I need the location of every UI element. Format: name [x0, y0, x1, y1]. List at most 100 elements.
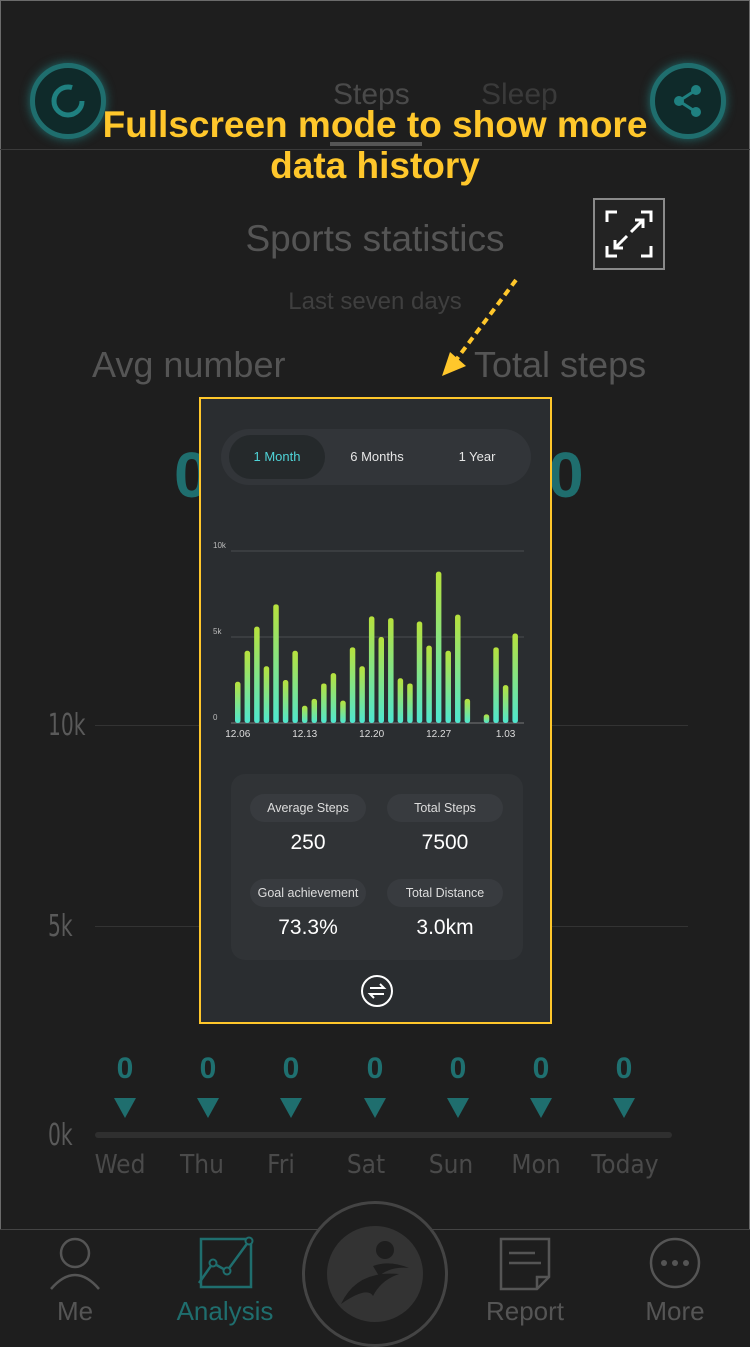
triangle-marker [364, 1098, 386, 1118]
workout-start-button[interactable] [302, 1201, 448, 1347]
chart-bar [340, 700, 346, 723]
chart-bar [378, 637, 384, 723]
nav-analysis-label: Analysis [176, 1296, 274, 1326]
runner-logo-icon [327, 1226, 423, 1322]
chart-bar [311, 698, 318, 723]
chart-bar [368, 616, 375, 723]
chart-bar [330, 673, 337, 723]
day-bar-wed: 0 [95, 1052, 155, 1118]
swap-icon [367, 983, 387, 999]
total-distance-label: Total Distance [387, 879, 503, 907]
x-axis [95, 1132, 672, 1138]
average-steps-label: Average Steps [250, 794, 366, 822]
total-steps-stat-label: Total Steps [387, 794, 503, 822]
chart-bar [263, 666, 270, 723]
triangle-marker [530, 1098, 552, 1118]
y-tick-label: 10k [213, 541, 227, 550]
nav-report[interactable]: Report [465, 1233, 585, 1326]
chart-bar [416, 621, 423, 723]
x-tick-label: 12.13 [292, 729, 317, 740]
day-label-thu: Thu [180, 1150, 224, 1180]
day-label-sun: Sun [428, 1150, 474, 1180]
avg-number-label: Avg number [92, 344, 286, 385]
goal-achievement-label: Goal achievement [250, 879, 366, 907]
nav-analysis[interactable]: Analysis [165, 1233, 285, 1326]
total-steps-stat-value: 7500 [421, 831, 469, 854]
day-label-wed: Wed [94, 1150, 146, 1180]
callout-text: Fullscreen mode to show more data histor… [40, 104, 710, 186]
chart-bar [435, 571, 442, 723]
day-label-fri: Fri [267, 1150, 295, 1180]
nav-more[interactable]: More [615, 1233, 735, 1326]
nav-report-label: Report [485, 1296, 565, 1326]
y-tick-label: 0 [213, 713, 218, 722]
chart-bar [254, 626, 260, 723]
range-6-months[interactable]: 6 Months [329, 435, 425, 479]
chart-bar [483, 714, 490, 723]
goal-achievement-value: 73.3% [278, 916, 338, 939]
chart-bar [282, 680, 289, 723]
x-tick-label: 12.06 [225, 729, 250, 740]
day-value: 0 [615, 1052, 633, 1085]
range-1-month[interactable]: 1 Month [229, 435, 325, 479]
chart-icon [197, 1236, 254, 1289]
day-value: 0 [366, 1052, 384, 1085]
y-tick-label: 5k [213, 627, 222, 636]
day-bar-fri: 0 [261, 1052, 321, 1118]
chart-bar [455, 614, 461, 723]
total-steps-label: Total steps [474, 344, 647, 385]
triangle-marker [114, 1098, 136, 1118]
callout-line-2: data history [270, 145, 480, 186]
more-icon [649, 1237, 701, 1289]
range-1-year[interactable]: 1 Year [429, 435, 525, 479]
day-value: 0 [199, 1052, 217, 1085]
x-tick-label: 12.20 [359, 729, 384, 740]
chart-bar [244, 650, 251, 723]
y-label-10k: 10k [48, 708, 86, 743]
chart-bar [301, 705, 308, 723]
chart-bar [445, 650, 451, 723]
chart-bar [464, 698, 471, 723]
triangle-marker [447, 1098, 469, 1118]
chart-bar [388, 618, 394, 723]
day-bar-thu: 0 [178, 1052, 238, 1118]
swap-button[interactable] [361, 975, 393, 1007]
chart-bar [359, 666, 365, 723]
day-label-today: Today [591, 1150, 659, 1180]
y-label-5k: 5k [48, 909, 73, 944]
callout-line-1: Fullscreen mode to show more [102, 104, 648, 145]
chart-bar [502, 685, 509, 723]
page-subtitle: Last seven days [288, 288, 462, 315]
nav-me-label: Me [56, 1296, 94, 1326]
chart-bar [397, 678, 404, 723]
day-label-mon: Mon [511, 1150, 561, 1180]
chart-bar [235, 681, 241, 723]
fullscreen-preview-card: 1 Month 6 Months 1 Year 0 5k 10k 12.06 12.13… [199, 397, 552, 1024]
nav-more-label: More [645, 1296, 705, 1326]
x-tick-label: 1.03 [496, 729, 516, 740]
report-icon [499, 1237, 551, 1291]
day-value: 0 [282, 1052, 300, 1085]
chart-bar [493, 647, 499, 723]
chart-bar [407, 683, 413, 723]
stats-panel: Average Steps 250 Total Steps 7500 Goal … [231, 774, 523, 960]
range-selector: 1 Month 6 Months 1 Year [221, 429, 531, 485]
total-distance-value: 3.0km [416, 916, 474, 939]
chart-bar [321, 683, 327, 723]
runner-glyph [341, 1241, 409, 1304]
person-icon [50, 1237, 100, 1290]
day-value: 0 [532, 1052, 550, 1085]
day-value: 0 [449, 1052, 467, 1085]
triangle-marker [280, 1098, 302, 1118]
chart-bar [292, 650, 298, 723]
page-title: Sports statistics [245, 218, 505, 259]
chart-bar [512, 633, 518, 723]
nav-me[interactable]: Me [15, 1233, 135, 1326]
x-tick-label: 12.27 [426, 729, 451, 740]
day-bar-sun: 0 [428, 1052, 488, 1118]
day-bar-sat: 0 [345, 1052, 405, 1118]
average-steps-value: 250 [290, 831, 326, 854]
chart-bar [349, 647, 356, 723]
day-label-sat: Sat [346, 1150, 386, 1180]
steps-history-chart: 0 5k 10k 12.06 12.13 12.20 12.27 1.03 [213, 541, 524, 740]
